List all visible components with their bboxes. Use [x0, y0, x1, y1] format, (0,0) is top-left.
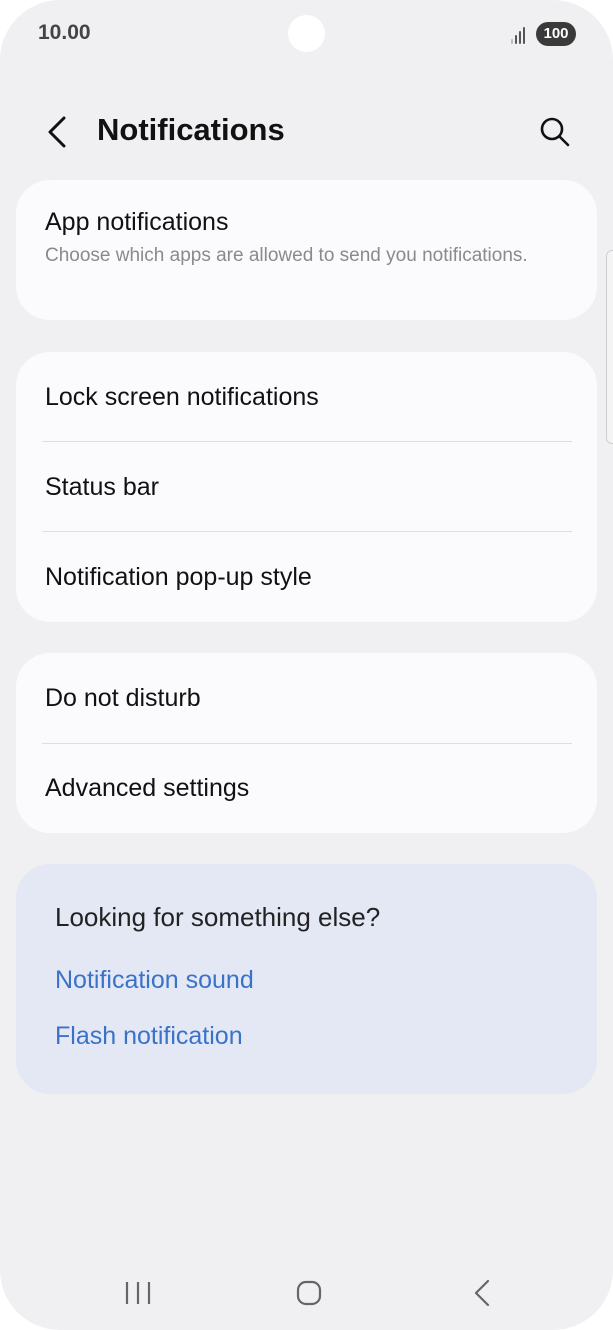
home-icon: [296, 1280, 322, 1306]
status-bar-label: Status bar: [45, 473, 159, 501]
app-header: Notifications: [0, 100, 613, 160]
flash-notification-link[interactable]: Flash notification: [55, 1022, 243, 1051]
phone-screen: 10.00 100 Notifications App notification…: [0, 0, 613, 1330]
advanced-settings-label: Advanced settings: [45, 774, 250, 802]
notification-popup-style-item[interactable]: Notification pop-up style: [16, 532, 597, 622]
app-notifications-title: App notifications: [45, 208, 229, 236]
display-settings-group: Lock screen notifications Status bar Not…: [16, 352, 597, 622]
recents-icon: [125, 1282, 151, 1304]
navigation-bar: [0, 1262, 613, 1322]
search-button[interactable]: [533, 110, 577, 154]
do-not-disturb-item[interactable]: Do not disturb: [16, 653, 597, 743]
app-notifications-item[interactable]: App notifications Choose which apps are …: [16, 180, 597, 320]
back-icon: [474, 1279, 490, 1307]
back-button[interactable]: [36, 110, 80, 154]
status-time: 10.00: [38, 21, 91, 44]
advanced-settings-group: Do not disturb Advanced settings: [16, 653, 597, 833]
back-arrow-icon: [48, 116, 66, 148]
status-bar: 10.00 100: [0, 0, 613, 70]
battery-level: 100: [543, 25, 569, 42]
camera-cutout: [288, 15, 325, 52]
suggestions-card: Looking for something else? Notification…: [16, 864, 597, 1094]
notification-sound-link[interactable]: Notification sound: [55, 966, 254, 995]
app-notifications-subtitle: Choose which apps are allowed to send yo…: [45, 245, 528, 266]
recents-button[interactable]: [108, 1262, 168, 1322]
search-icon: [540, 117, 570, 147]
lock-screen-notifications-item[interactable]: Lock screen notifications: [16, 352, 597, 442]
edge-panel-handle[interactable]: [606, 250, 613, 444]
do-not-disturb-label: Do not disturb: [45, 684, 201, 712]
nav-back-button[interactable]: [452, 1262, 512, 1322]
advanced-settings-item[interactable]: Advanced settings: [16, 743, 597, 833]
lock-screen-notifications-label: Lock screen notifications: [45, 383, 319, 411]
signal-icon: [511, 24, 531, 44]
battery-icon: 100: [536, 22, 576, 46]
suggestions-title: Looking for something else?: [55, 902, 381, 932]
home-button[interactable]: [279, 1262, 339, 1322]
notification-popup-style-label: Notification pop-up style: [45, 563, 312, 591]
page-title: Notifications: [97, 112, 285, 147]
status-bar-item[interactable]: Status bar: [16, 442, 597, 532]
